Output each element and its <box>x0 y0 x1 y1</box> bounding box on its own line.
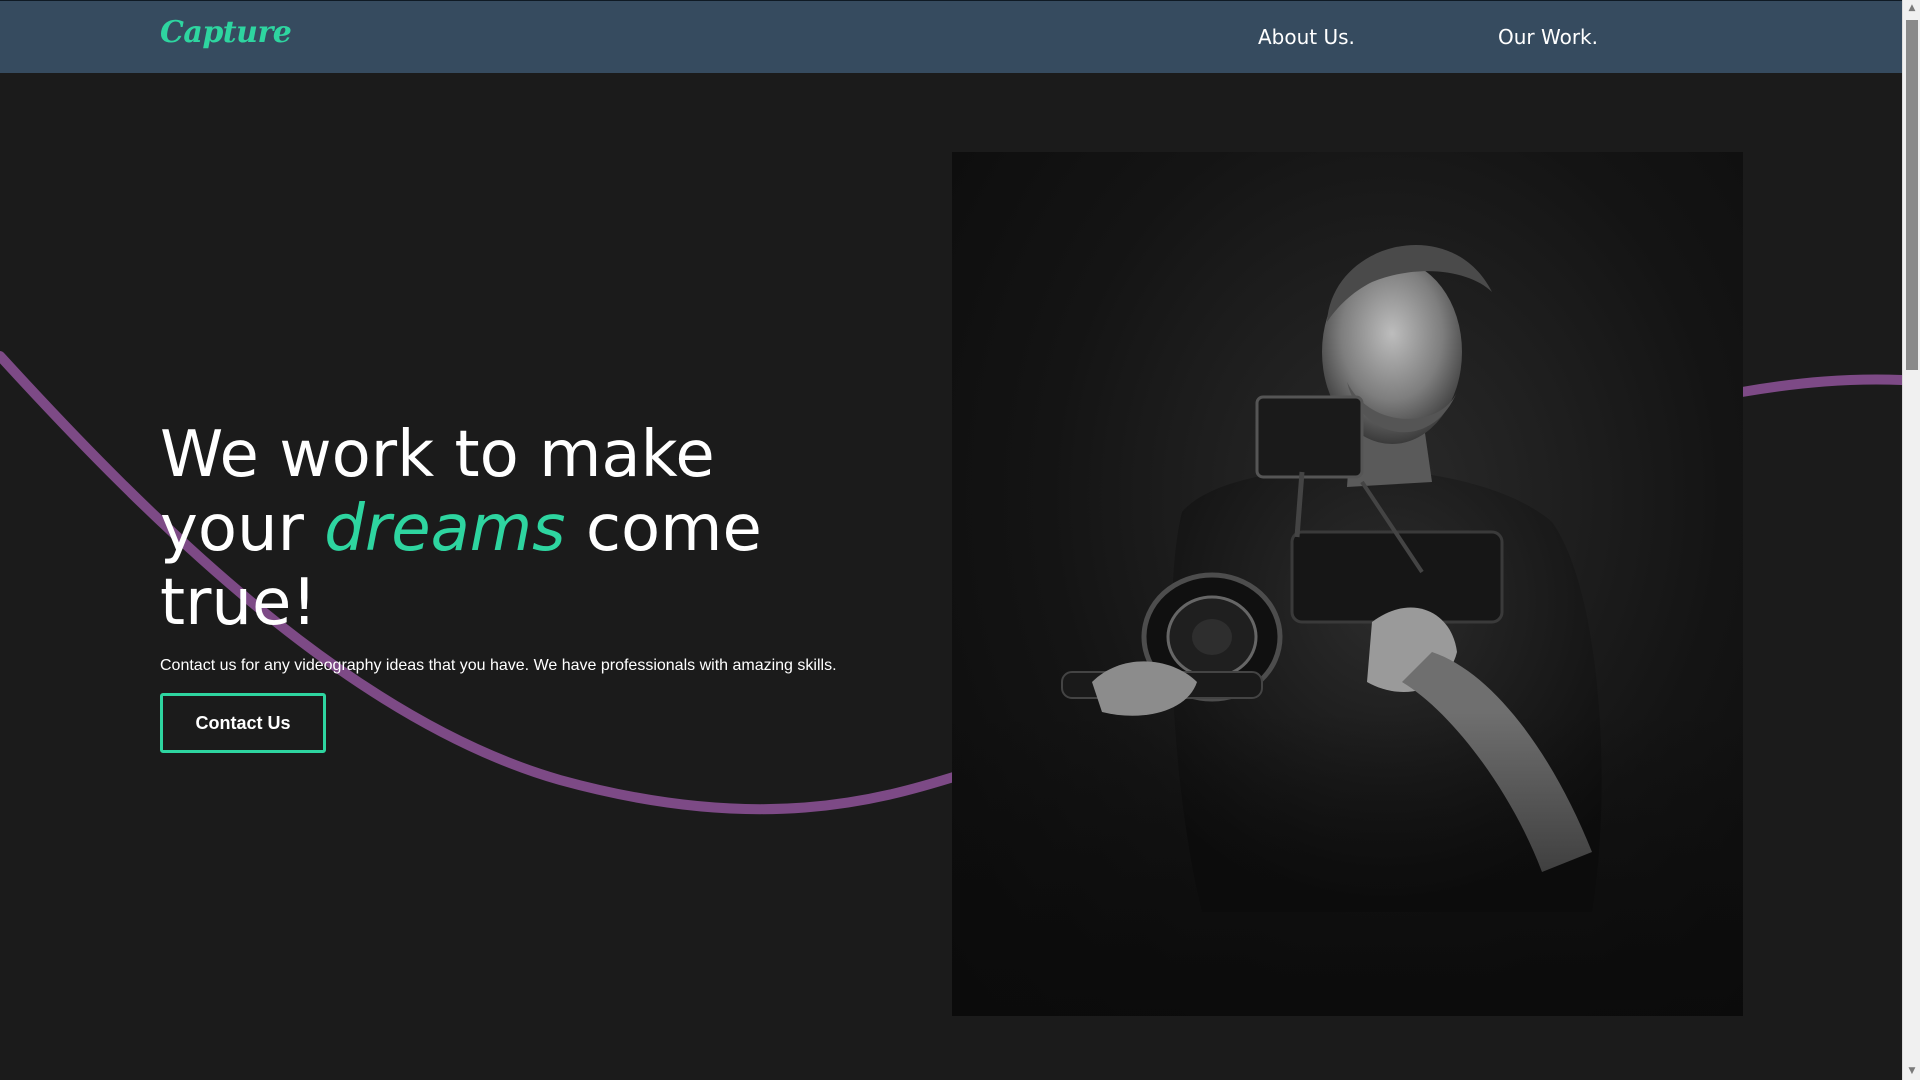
hero-title-line1: We work to make <box>160 418 715 492</box>
page-scrollbar[interactable]: ▲ ▼ <box>1902 0 1920 1080</box>
hero-title-your: your <box>160 492 304 566</box>
chevron-up-icon[interactable]: ▲ <box>1903 0 1920 17</box>
hero-title-line3: true! <box>160 566 317 640</box>
chevron-down-icon[interactable]: ▼ <box>1903 1063 1920 1080</box>
logo[interactable]: Capture <box>160 15 292 50</box>
scrollbar-thumb[interactable] <box>1906 20 1918 370</box>
nav-link-our-work[interactable]: Our Work. <box>1498 25 1598 49</box>
hero-description: Contact us for any videography ideas tha… <box>160 657 837 674</box>
contact-us-button[interactable]: Contact Us <box>160 693 326 753</box>
hero-title: We work to make your dreams come true! <box>160 418 800 640</box>
hero-photo <box>952 152 1743 1016</box>
page: Capture About Us. Our Work. We work to m… <box>0 0 1920 1080</box>
nav-link-about-us[interactable]: About Us. <box>1258 25 1355 49</box>
hero-title-come: come <box>585 492 762 566</box>
videographer-image <box>952 244 1743 1016</box>
navbar: Capture About Us. Our Work. <box>0 0 1902 73</box>
hero-title-accent: dreams <box>324 492 566 566</box>
